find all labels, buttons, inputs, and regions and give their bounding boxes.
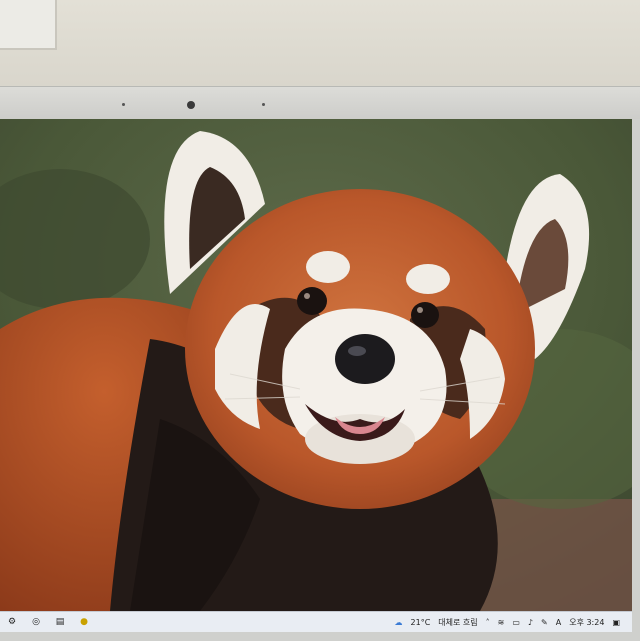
system-tray: ☁ 21°C 대체로 흐림 ˄ ≋ ▭ ♪ ✎ A 오후 3:24 ▣ <box>391 617 632 628</box>
sensor-dot <box>262 103 265 106</box>
notification-icon[interactable]: ▣ <box>612 618 620 627</box>
clock[interactable]: 오후 3:24 <box>569 617 604 628</box>
webcam <box>187 101 195 109</box>
battery-icon[interactable]: ▭ <box>512 618 520 627</box>
laptop-right-bezel <box>632 119 640 631</box>
red-panda-photo <box>0 119 632 611</box>
file-icon[interactable]: ▤ <box>54 616 66 628</box>
wifi-icon[interactable]: ≋ <box>498 618 505 627</box>
weather-temp[interactable]: 21°C <box>411 618 431 627</box>
chevron-up-icon[interactable]: ˄ <box>486 618 490 627</box>
windows-taskbar: ⚙ ◎ ▤ ● ☁ 21°C 대체로 흐림 ˄ ≋ ▭ ♪ ✎ A 오후 3:2… <box>0 611 632 632</box>
laptop-frame: ⚙ ◎ ▤ ● ☁ 21°C 대체로 흐림 ˄ ≋ ▭ ♪ ✎ A 오후 3:2… <box>0 86 640 641</box>
pen-icon[interactable]: ✎ <box>541 618 548 627</box>
speaker-icon[interactable]: ♪ <box>528 618 533 627</box>
weather-desc[interactable]: 대체로 흐림 <box>438 617 477 628</box>
ceiling-background <box>0 0 640 95</box>
chat-icon[interactable]: ● <box>78 616 90 628</box>
sensor-dot <box>122 103 125 106</box>
laptop-top-bezel <box>0 87 640 119</box>
settings-icon[interactable]: ⚙ <box>6 616 18 628</box>
laptop-screen <box>0 119 632 611</box>
ceiling-light-fixture <box>0 0 57 50</box>
browser-icon[interactable]: ◎ <box>30 616 42 628</box>
ime-indicator[interactable]: A <box>556 618 561 627</box>
weather-icon[interactable]: ☁ <box>395 618 403 627</box>
